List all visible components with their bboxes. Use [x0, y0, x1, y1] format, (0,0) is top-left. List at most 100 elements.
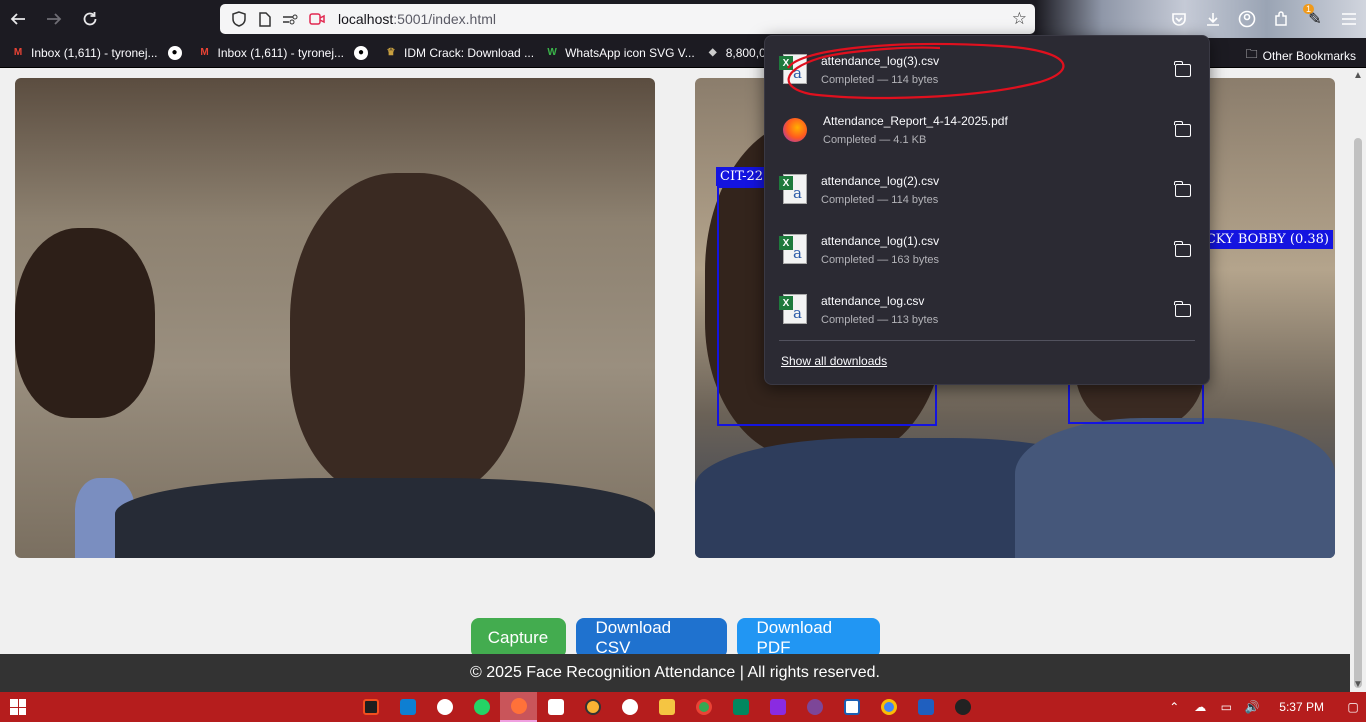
github-desktop-icon[interactable]: [426, 692, 463, 722]
show-in-folder-icon[interactable]: [1174, 180, 1191, 197]
bookmark-item[interactable]: ♛ IDM Crack: Download ...: [383, 45, 535, 61]
notification-badge: 1: [1302, 4, 1314, 14]
file-explorer-icon[interactable]: [648, 692, 685, 722]
action-buttons: Capture Download CSV Download PDF: [0, 618, 1350, 658]
toolbar-right: ✎ 1: [1036, 0, 1366, 38]
firefox-icon[interactable]: [500, 692, 537, 722]
download-item[interactable]: Xa attendance_log(2).csv Completed — 114…: [773, 160, 1203, 220]
notepad-icon[interactable]: [537, 692, 574, 722]
account-icon[interactable]: [1230, 1, 1264, 37]
download-status: Completed — 114 bytes: [821, 194, 939, 206]
url-path: :5001/index.html: [393, 11, 496, 27]
show-in-folder-icon[interactable]: [1174, 240, 1191, 257]
other-bookmarks-label: Other Bookmarks: [1262, 48, 1356, 63]
csv-file-icon: Xa: [779, 234, 809, 266]
play-store-icon[interactable]: [722, 692, 759, 722]
bookmark-label: IDM Crack: Download ...: [404, 45, 535, 60]
bookmark-item[interactable]: ◆ 8,800,0: [705, 45, 766, 61]
face: [290, 173, 525, 498]
face-label: CKY BOBBY (0.38): [1201, 230, 1333, 249]
red-ink-annotation: [787, 42, 1065, 100]
gmail-icon: M: [200, 47, 209, 58]
camera-sharing-icon[interactable]: [306, 8, 328, 30]
show-in-folder-icon[interactable]: [1174, 60, 1191, 77]
csv-file-icon: Xa: [779, 294, 809, 326]
face: [15, 228, 155, 418]
address-bar[interactable]: localhost:5001/index.html ☆: [220, 4, 1035, 34]
divider: [779, 340, 1195, 341]
windows-icon: [10, 699, 26, 715]
bookmark-label: Inbox (1,611) - tyronej...: [217, 45, 345, 60]
volume-icon[interactable]: 🔊: [1239, 700, 1265, 714]
shield-icon[interactable]: [228, 8, 250, 30]
chrome-icon[interactable]: [685, 692, 722, 722]
scroll-thumb[interactable]: [1354, 138, 1362, 688]
live-camera-feed: [15, 78, 655, 558]
figma-icon[interactable]: [352, 692, 389, 722]
download-item[interactable]: Xa attendance_log(1).csv Completed — 163…: [773, 220, 1203, 280]
bookmark-item[interactable]: M Inbox (1,611) - tyronej...: [10, 45, 158, 61]
news-icon[interactable]: [833, 692, 870, 722]
bookmark-item[interactable]: ●: [167, 45, 187, 60]
permissions-icon[interactable]: [280, 8, 302, 30]
download-name: Attendance_Report_4-14-2025.pdf: [823, 114, 1008, 128]
game-icon[interactable]: [944, 692, 981, 722]
chatgpt-icon[interactable]: [611, 692, 648, 722]
clock[interactable]: 5:37 PM: [1279, 700, 1324, 714]
other-bookmarks[interactable]: 🗀 Other Bookmarks: [1246, 45, 1356, 66]
bookmark-item[interactable]: ●: [354, 45, 373, 60]
download-pdf-button[interactable]: Download PDF: [736, 618, 880, 658]
firefox-pdf-icon: [783, 118, 807, 142]
download-status: Completed — 4.1 KB: [823, 134, 927, 146]
footer-text: © 2025 Face Recognition Attendance | All…: [470, 664, 880, 681]
url-text[interactable]: localhost:5001/index.html: [338, 11, 496, 27]
capture-button[interactable]: Capture: [470, 618, 566, 658]
video-player-icon[interactable]: [759, 692, 796, 722]
github-icon: ●: [354, 45, 369, 60]
page-icon[interactable]: [254, 8, 276, 30]
terminal-icon[interactable]: [907, 692, 944, 722]
download-csv-button[interactable]: Download CSV: [575, 618, 727, 658]
download-item[interactable]: Attendance_Report_4-14-2025.pdf Complete…: [773, 100, 1203, 160]
show-all-downloads-link[interactable]: Show all downloads: [781, 354, 887, 368]
show-in-folder-icon[interactable]: [1174, 120, 1191, 137]
vscode-icon[interactable]: [389, 692, 426, 722]
onedrive-icon[interactable]: ☁: [1187, 700, 1213, 714]
chrome-profile-icon[interactable]: [870, 692, 907, 722]
menu-icon[interactable]: [1332, 1, 1366, 37]
csv-file-icon: Xa: [779, 174, 809, 206]
page-scrollbar[interactable]: ▲ ▼: [1350, 68, 1366, 692]
whatsapp-icon[interactable]: [463, 692, 500, 722]
bookmark-item[interactable]: W WhatsApp icon SVG V...: [544, 45, 694, 61]
face-label: CIT-22: [716, 167, 768, 186]
battery-icon[interactable]: ▭: [1213, 700, 1239, 714]
folder-icon: 🗀: [1245, 47, 1258, 61]
download-name: attendance_log(1).csv: [821, 234, 940, 248]
reload-icon[interactable]: [72, 1, 108, 37]
taskbar-apps: [352, 692, 981, 722]
show-in-folder-icon[interactable]: [1174, 300, 1191, 317]
tor-browser-icon[interactable]: [796, 692, 833, 722]
start-button[interactable]: [0, 692, 36, 722]
chrome-canary-icon[interactable]: [574, 692, 611, 722]
gmail-icon: M: [13, 47, 23, 58]
scroll-up-icon[interactable]: ▲: [1353, 70, 1363, 81]
pocket-icon[interactable]: [1162, 1, 1196, 37]
download-status: Completed — 163 bytes: [821, 254, 940, 266]
idm-icon: ♛: [386, 47, 396, 58]
whatsapp-icon: W: [547, 47, 557, 58]
browser-toolbar: localhost:5001/index.html ☆ ✎ 1: [0, 0, 1366, 38]
scroll-down-icon[interactable]: ▼: [1353, 679, 1363, 690]
chevron-up-icon[interactable]: ⌃: [1161, 700, 1187, 714]
bookmark-star-icon[interactable]: ☆: [1012, 9, 1027, 29]
forward-icon[interactable]: [36, 1, 72, 37]
bookmark-item[interactable]: M Inbox (1,611) - tyronej...: [197, 45, 345, 61]
bookmark-label: 8,800,0: [725, 45, 766, 60]
system-tray: ⌃ ☁ ▭ 🔊 5:37 PM ▢: [1161, 692, 1366, 722]
notification-icon[interactable]: ▢: [1340, 700, 1366, 714]
extensions-icon[interactable]: [1264, 1, 1298, 37]
footer: © 2025 Face Recognition Attendance | All…: [0, 654, 1350, 692]
back-icon[interactable]: [0, 1, 36, 37]
downloads-icon[interactable]: [1196, 1, 1230, 37]
download-item[interactable]: Xa attendance_log.csv Completed — 113 by…: [773, 280, 1203, 340]
